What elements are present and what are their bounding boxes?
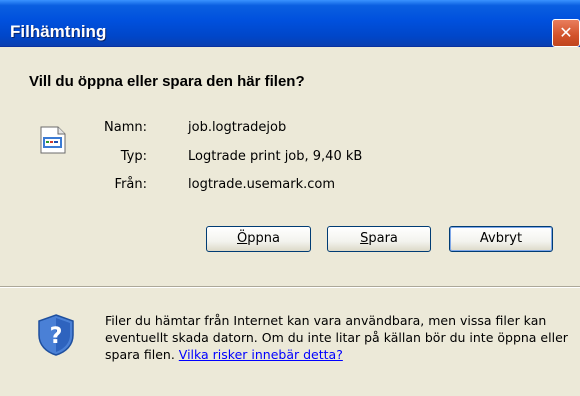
save-label-rest: para: [368, 231, 398, 246]
shield-question-icon: ?: [38, 314, 74, 356]
cancel-button[interactable]: Avbryt: [449, 226, 553, 252]
download-dialog: Filhämtning ✕ Vill du öppna eller spara …: [0, 0, 580, 396]
from-value: logtrade.usemark.com: [188, 177, 336, 192]
save-button[interactable]: Spara: [327, 226, 431, 252]
name-label: Namn:: [104, 120, 147, 135]
question-text: Vill du öppna eller spara den här filen?: [29, 73, 305, 90]
title-bar[interactable]: Filhämtning ✕: [0, 0, 580, 47]
window-title: Filhämtning: [10, 22, 107, 41]
type-value: Logtrade print job, 9,40 kB: [188, 149, 363, 164]
name-value: job.logtradejob: [188, 120, 287, 135]
warning-text: Filer du hämtar från Internet kan vara a…: [105, 312, 575, 363]
close-icon: ✕: [559, 23, 573, 42]
type-label: Typ:: [120, 149, 147, 164]
cancel-label: Avbryt: [479, 231, 523, 246]
risks-link[interactable]: Vilka risker innebär detta?: [179, 347, 343, 362]
svg-text:?: ?: [50, 324, 63, 349]
open-button[interactable]: Öppna: [206, 226, 311, 252]
close-button[interactable]: ✕: [552, 19, 580, 47]
separator: [0, 286, 580, 288]
open-label-rest: ppna: [247, 231, 280, 246]
open-accesskey: Ö: [237, 231, 248, 246]
from-label: Från:: [114, 177, 147, 192]
